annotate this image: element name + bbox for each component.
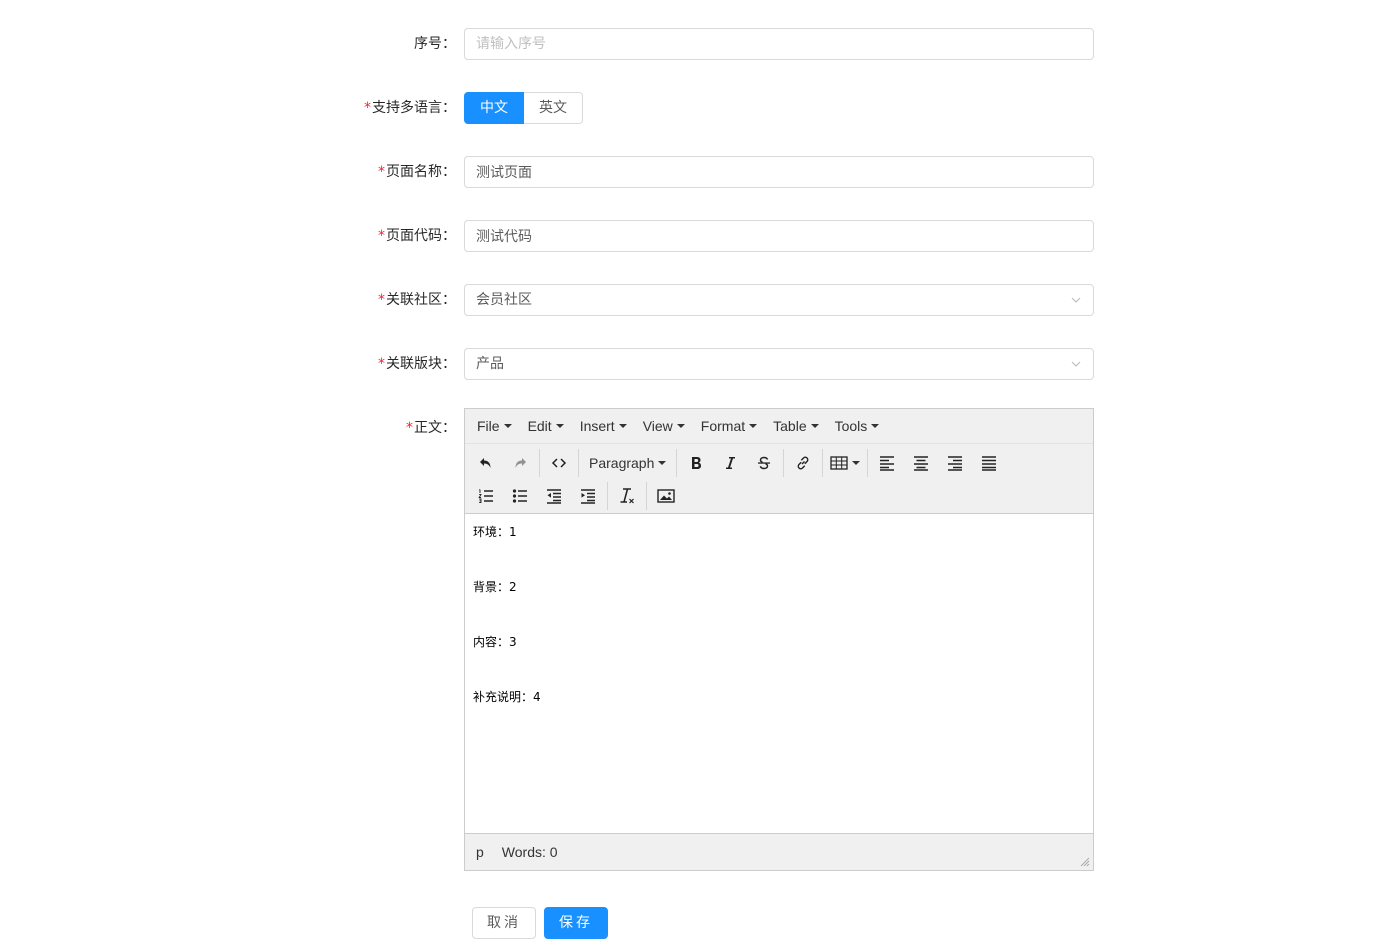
strikethrough-icon: [758, 456, 771, 469]
section-selected-value: 产品: [476, 356, 504, 372]
page-name-row: *页面名称：: [0, 156, 1379, 188]
indent-icon: [581, 488, 595, 504]
numbered-list-icon: [478, 488, 493, 503]
menu-table[interactable]: Table: [765, 418, 826, 434]
menu-tools[interactable]: Tools: [827, 418, 888, 434]
multi-lang-row: *支持多语言： 中文 英文: [0, 92, 1379, 124]
italic-icon: [726, 456, 736, 469]
rich-text-editor: File Edit Insert View Format Table Tools: [464, 408, 1094, 871]
save-button[interactable]: 保存: [544, 907, 608, 939]
block-format-select[interactable]: Paragraph: [581, 449, 674, 477]
body-label: *正文：: [406, 420, 456, 436]
section-row: *关联版块： 产品: [0, 348, 1379, 380]
insert-image-button[interactable]: [649, 482, 683, 510]
community-row: *关联社区： 会员社区: [0, 284, 1379, 316]
chevron-down-icon: [1071, 361, 1081, 367]
insert-link-button[interactable]: [786, 449, 820, 477]
section-label: *关联版块：: [378, 356, 456, 372]
source-code-button[interactable]: [542, 449, 576, 477]
align-left-button[interactable]: [870, 449, 904, 477]
editor-menubar: File Edit Insert View Format Table Tools: [465, 409, 1093, 444]
editor-statusbar: p Words: 0: [465, 833, 1093, 870]
menu-edit[interactable]: Edit: [520, 418, 572, 434]
bullet-list-button[interactable]: [503, 482, 537, 510]
content-paragraph: 内容：3: [473, 635, 517, 649]
resize-handle-icon[interactable]: [1080, 857, 1090, 867]
redo-icon: [515, 457, 526, 468]
page-name-label: *页面名称：: [378, 164, 456, 180]
page-code-label: *页面代码：: [378, 228, 456, 244]
image-icon: [657, 488, 675, 503]
language-option-chinese[interactable]: 中文: [464, 92, 524, 124]
code-icon: [551, 457, 567, 468]
link-icon: [797, 456, 809, 469]
language-radio-group: 中文 英文: [464, 92, 583, 124]
menu-file[interactable]: File: [469, 418, 520, 434]
bold-icon: [692, 456, 702, 469]
redo-button[interactable]: [503, 449, 537, 477]
content-paragraph: 背景：2: [473, 580, 517, 594]
content-paragraph: 补充说明：4: [473, 690, 541, 704]
serial-input[interactable]: [464, 28, 1094, 60]
bold-button[interactable]: [679, 449, 713, 477]
outdent-icon: [547, 488, 561, 504]
align-justify-button[interactable]: [972, 449, 1006, 477]
chevron-down-icon: [1071, 297, 1081, 303]
outdent-button[interactable]: [537, 482, 571, 510]
menu-insert[interactable]: Insert: [572, 418, 635, 434]
italic-button[interactable]: [713, 449, 747, 477]
align-left-icon: [880, 455, 895, 471]
multi-lang-label: *支持多语言：: [364, 100, 456, 116]
undo-button[interactable]: [469, 449, 503, 477]
editor-toolbar: Paragraph: [465, 444, 1093, 512]
community-select[interactable]: 会员社区: [464, 284, 1094, 316]
serial-row: 序号：: [0, 28, 1379, 60]
serial-label: 序号：: [414, 36, 456, 52]
page-name-input[interactable]: [464, 156, 1094, 188]
table-icon: [830, 455, 849, 470]
strikethrough-button[interactable]: [747, 449, 781, 477]
menu-view[interactable]: View: [635, 418, 693, 434]
element-path[interactable]: p: [476, 844, 484, 860]
indent-button[interactable]: [571, 482, 605, 510]
language-option-english[interactable]: 英文: [524, 92, 583, 124]
align-right-button[interactable]: [938, 449, 972, 477]
bullet-list-icon: [512, 488, 527, 503]
page-code-row: *页面代码：: [0, 220, 1379, 252]
section-select[interactable]: 产品: [464, 348, 1094, 380]
page-code-input[interactable]: [464, 220, 1094, 252]
align-right-icon: [948, 455, 963, 471]
editor-content-area[interactable]: 环境：1 背景：2 内容：3 补充说明：4: [465, 513, 1093, 833]
align-center-icon: [914, 455, 929, 471]
numbered-list-button[interactable]: [469, 482, 503, 510]
insert-table-button[interactable]: [825, 449, 865, 477]
clear-formatting-button[interactable]: [610, 482, 644, 510]
cancel-button[interactable]: 取消: [472, 907, 536, 939]
clear-formatting-icon: [620, 487, 634, 503]
undo-icon: [480, 457, 491, 468]
content-paragraph: 环境：1: [473, 525, 517, 539]
word-count: Words: 0: [501, 844, 558, 860]
community-label: *关联社区：: [378, 292, 456, 308]
align-justify-icon: [982, 455, 997, 471]
align-center-button[interactable]: [904, 449, 938, 477]
menu-format[interactable]: Format: [693, 418, 765, 434]
community-selected-value: 会员社区: [476, 292, 532, 308]
